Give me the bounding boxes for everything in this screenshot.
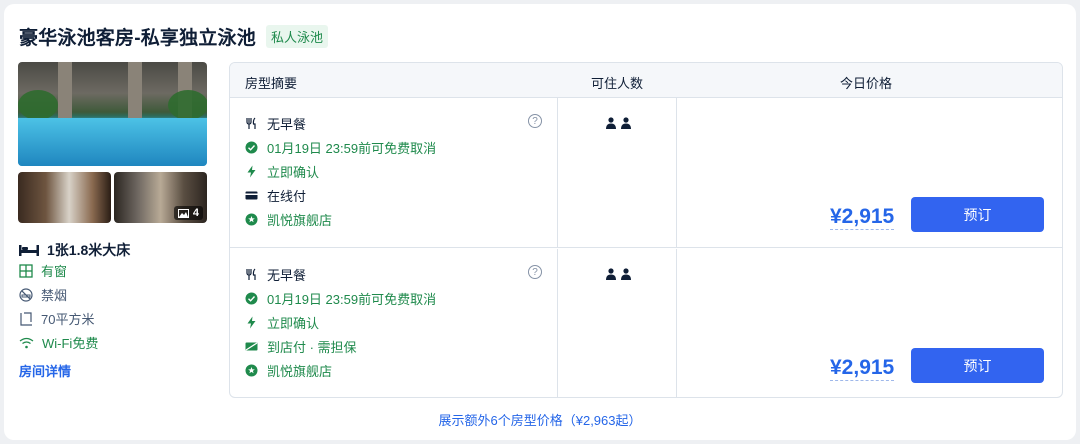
area-feature: 70平方米 [19,309,94,328]
meal-line: 无早餐 [245,265,306,284]
check-circle-icon [245,292,258,305]
private-pool-tag: 私人泳池 [265,25,328,48]
header-price: 今日价格 [840,76,893,91]
smoking-feature: 禁烟 [19,285,67,304]
store-label: 凯悦旗舰店 [267,364,333,379]
fork-knife-icon [246,117,256,129]
guest-capacity [605,268,632,280]
meal-label: 无早餐 [267,268,307,283]
smoking-label: 禁烟 [41,288,68,303]
window-icon [19,263,33,278]
room-title: 豪华泳池客房-私享独立泳池 [19,28,256,49]
confirm-label: 立即确认 [267,165,320,180]
person-icon [621,117,631,129]
lightning-icon [247,316,256,329]
check-circle-icon [245,141,258,154]
help-icon[interactable]: ? [528,114,542,128]
price[interactable]: ¥2,915 [830,355,895,381]
book-button[interactable]: 预订 [911,197,1044,232]
confirm-label: 立即确认 [267,316,320,331]
person-icon [606,268,616,280]
price[interactable]: ¥2,915 [830,204,895,230]
person-icon [621,268,631,280]
cancel-line: 01月19日 23:59前可免费取消 [245,138,436,157]
payment-line: 在线付 [245,186,306,205]
cancel-line: 01月19日 23:59前可免费取消 [245,289,436,308]
wifi-label: Wi-Fi免费 [42,336,99,351]
rate-table: 房型摘要 可住人数 今日价格 无早餐 ? 01月19日 23:59前可免费取消 … [229,62,1063,398]
rate-table-header: 房型摘要 可住人数 今日价格 [230,63,1062,98]
room-card: 豪华泳池客房-私享独立泳池 私人泳池 4 1张1.8米大床 有窗 禁烟 70平方… [4,4,1076,440]
area-icon [20,311,32,326]
confirm-line: 立即确认 [245,313,319,332]
header-guests: 可住人数 [591,76,644,91]
wifi-feature: Wi-Fi免费 [19,333,98,352]
photo-count: 4 [192,207,199,219]
room-main-photo[interactable] [18,62,207,166]
room-details-link[interactable]: 房间详情 [19,361,71,380]
star-badge-icon [245,213,258,226]
fork-knife-icon [246,268,256,280]
card-icon [245,191,258,200]
store-line: 凯悦旗舰店 [245,210,332,229]
area-label: 70平方米 [41,312,95,327]
book-button[interactable]: 预订 [911,348,1044,383]
payment-label: 在线付 [267,189,307,204]
image-icon [177,208,189,218]
room-title-row: 豪华泳池客房-私享独立泳池 私人泳池 [19,23,328,50]
help-icon[interactable]: ? [528,265,542,279]
meal-line: 无早餐 [245,114,306,133]
room-thumbnail-bedroom[interactable] [18,172,111,223]
header-summary: 房型摘要 [245,76,298,91]
payment-label: 到店付 · 需担保 [267,340,357,355]
rate-row: 无早餐 ? 01月19日 23:59前可免费取消 立即确认 到店付 · 需担保 … [230,249,1062,397]
star-badge-icon [245,364,258,377]
rate-row: 无早餐 ? 01月19日 23:59前可免费取消 立即确认 在线付 凯悦旗舰店 [230,98,1062,248]
store-line: 凯悦旗舰店 [245,361,332,380]
window-label: 有窗 [41,264,68,279]
person-icon [606,117,616,129]
cancel-label: 01月19日 23:59前可免费取消 [267,292,437,307]
payment-line: 到店付 · 需担保 [245,337,357,356]
lightning-icon [247,165,256,178]
confirm-line: 立即确认 [245,162,319,181]
show-more-rates-link[interactable]: 展示额外6个房型价格（¥2,963起） [0,410,1080,429]
guest-capacity [605,117,632,129]
no-smoking-icon [19,287,33,302]
wifi-icon [19,337,34,348]
bed-info: 1张1.8米大床 [19,240,130,260]
window-feature: 有窗 [19,261,67,280]
room-thumbnail-bathroom[interactable]: 4 [114,172,207,223]
photo-count-badge: 4 [173,206,203,220]
bed-label: 1张1.8米大床 [47,242,131,258]
bed-icon [19,245,39,256]
store-label: 凯悦旗舰店 [267,213,333,228]
meal-label: 无早餐 [267,117,307,132]
pay-at-hotel-icon [245,342,258,351]
cancel-label: 01月19日 23:59前可免费取消 [267,141,437,156]
